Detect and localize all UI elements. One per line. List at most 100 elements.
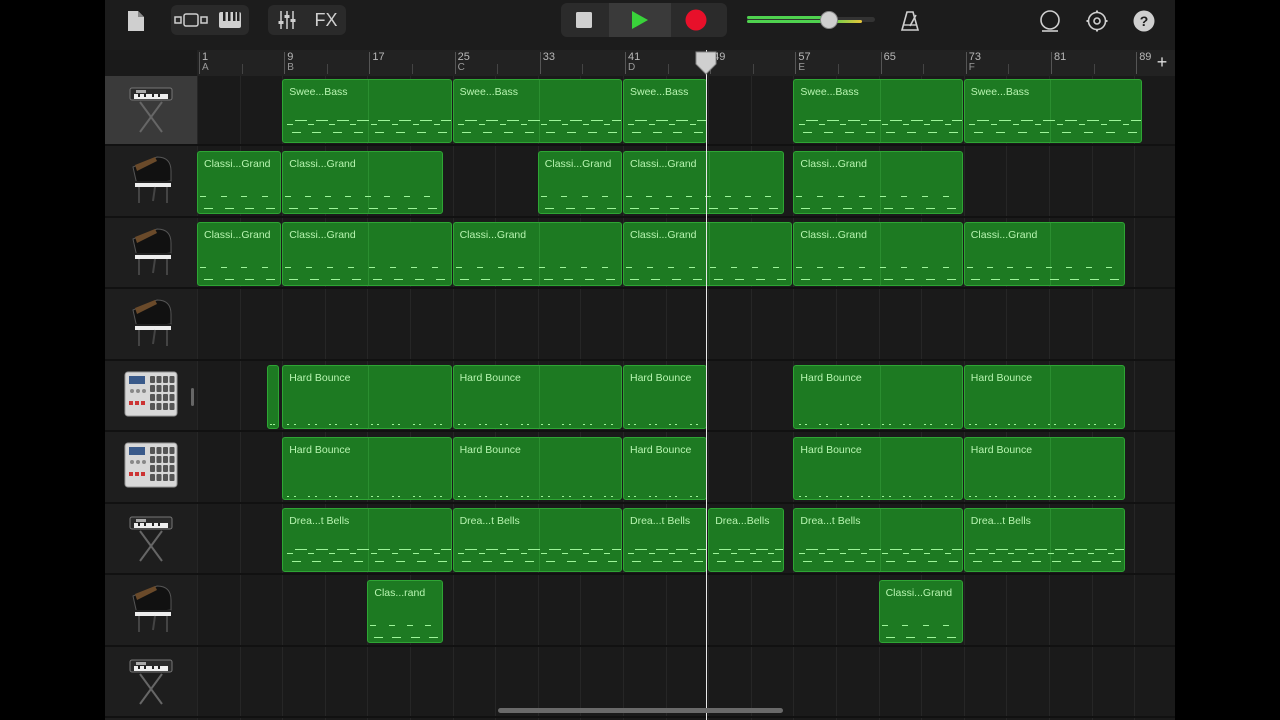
- track-header[interactable]: [105, 434, 197, 504]
- note-mark: [1086, 120, 1099, 121]
- track-header[interactable]: [105, 219, 197, 289]
- region[interactable]: Drea...t Bells: [793, 508, 963, 572]
- region[interactable]: Swee...Bass: [963, 79, 1142, 143]
- track-header[interactable]: [105, 291, 197, 361]
- section-marker[interactable]: A: [202, 62, 209, 73]
- region[interactable]: Drea...t Bells: [623, 508, 708, 572]
- note-mark: [995, 132, 1005, 133]
- region[interactable]: Hard Bounce: [793, 365, 963, 429]
- section-marker[interactable]: D: [628, 62, 635, 73]
- note-mark: [412, 495, 415, 497]
- region[interactable]: Classi...Grand: [878, 579, 963, 643]
- region-name: Classi...Grand: [630, 229, 697, 241]
- metronome-button[interactable]: [895, 7, 925, 35]
- region[interactable]: Swee...Bass: [623, 79, 708, 143]
- track-area[interactable]: Swee...Bass Swee...Bass Swee...Bass Swee...…: [197, 76, 1175, 720]
- note-mark: [672, 279, 682, 280]
- region[interactable]: Classi...Grand: [537, 150, 622, 214]
- region[interactable]: Classi...Grand: [197, 150, 282, 214]
- note-mark: [676, 120, 689, 121]
- horizontal-scrollbar[interactable]: [498, 708, 783, 713]
- tracks-view-button[interactable]: [173, 7, 209, 33]
- region[interactable]: Classi...Grand: [452, 222, 622, 286]
- timeline-ruler[interactable]: 1 9 17 25 33 41 49 57 65 73 81 89 A B C D E F: [197, 50, 1175, 76]
- note-mark: [328, 207, 338, 209]
- note-mark: [524, 132, 534, 133]
- region[interactable]: Classi...Grand: [793, 222, 963, 286]
- region[interactable]: Classi...Grand: [282, 222, 452, 286]
- note-mark: [425, 624, 432, 626]
- note-mark: [800, 279, 810, 280]
- help-button[interactable]: ?: [1130, 7, 1158, 35]
- my-songs-button[interactable]: [123, 8, 149, 34]
- track-header[interactable]: [105, 648, 197, 718]
- note-mark: [569, 120, 582, 121]
- region[interactable]: Drea...t Bells: [282, 508, 452, 572]
- loop-browser-button[interactable]: [1035, 7, 1065, 35]
- section-marker[interactable]: B: [287, 62, 294, 73]
- region[interactable]: Drea...t Bells: [963, 508, 1125, 572]
- region[interactable]: Hard Bounce: [452, 365, 622, 429]
- section-marker[interactable]: F: [969, 62, 975, 73]
- region[interactable]: Swee...Bass: [282, 79, 452, 143]
- region-notes: [965, 386, 1124, 428]
- note-mark: [503, 561, 513, 562]
- playhead-handle[interactable]: [694, 51, 718, 75]
- region[interactable]: Hard Bounce: [963, 365, 1125, 429]
- region[interactable]: Classi...Grand: [623, 222, 793, 286]
- section-marker[interactable]: C: [458, 62, 465, 73]
- track-headers: [105, 76, 197, 720]
- track-header[interactable]: [105, 148, 197, 218]
- track-header[interactable]: [105, 577, 197, 647]
- instrument-view-button[interactable]: [215, 7, 245, 33]
- region[interactable]: Classi...Grand: [282, 150, 444, 214]
- region[interactable]: Hard Bounce: [963, 436, 1125, 500]
- note-mark: [520, 424, 523, 425]
- region[interactable]: Classi...Grand: [197, 222, 282, 286]
- region[interactable]: Drea...t Bells: [452, 508, 622, 572]
- region[interactable]: Hard Bounce: [623, 365, 708, 429]
- track-header[interactable]: [105, 505, 197, 575]
- note-mark: [675, 424, 678, 425]
- region[interactable]: Swee...Bass: [452, 79, 622, 143]
- note-mark: [544, 207, 554, 209]
- stop-button[interactable]: [567, 7, 601, 33]
- note-mark: [1028, 424, 1031, 425]
- play-button[interactable]: [621, 7, 659, 33]
- track-drag-handle[interactable]: [191, 388, 194, 406]
- note-mark: [590, 549, 603, 550]
- note-mark: [285, 195, 292, 197]
- mixer-button[interactable]: [273, 7, 301, 33]
- region[interactable]: Hard Bounce: [282, 436, 452, 500]
- region[interactable]: Classi...Grand: [963, 222, 1125, 286]
- region[interactable]: Classi...Grand: [623, 150, 784, 214]
- note-mark: [309, 207, 318, 209]
- region[interactable]: Hard Bounce: [452, 436, 622, 500]
- note-mark: [840, 553, 847, 554]
- add-section-button[interactable]: +: [1153, 51, 1171, 73]
- region[interactable]: Clas...rand: [367, 579, 444, 643]
- note-mark: [294, 549, 307, 550]
- volume-knob[interactable]: [819, 11, 838, 29]
- region[interactable]: [266, 365, 280, 429]
- region[interactable]: Hard Bounce: [623, 436, 708, 500]
- note-mark: [581, 267, 588, 268]
- track-header[interactable]: [105, 76, 197, 146]
- note-mark: [628, 553, 635, 554]
- region[interactable]: Classi...Grand: [793, 150, 963, 214]
- track-lane[interactable]: [197, 577, 1175, 647]
- section-marker[interactable]: E: [798, 62, 805, 73]
- track-lane[interactable]: [197, 291, 1175, 361]
- settings-button[interactable]: [1082, 7, 1112, 35]
- note-mark: [838, 267, 845, 268]
- track-header[interactable]: [105, 362, 197, 432]
- fx-button[interactable]: FX: [309, 7, 343, 33]
- record-button[interactable]: [679, 7, 713, 33]
- region[interactable]: Hard Bounce: [282, 365, 452, 429]
- note-mark: [928, 132, 938, 133]
- note-mark: [433, 124, 440, 125]
- region[interactable]: Drea...Bells: [708, 508, 784, 572]
- note-mark: [867, 495, 870, 497]
- region[interactable]: Swee...Bass: [793, 79, 963, 143]
- region[interactable]: Hard Bounce: [793, 436, 963, 500]
